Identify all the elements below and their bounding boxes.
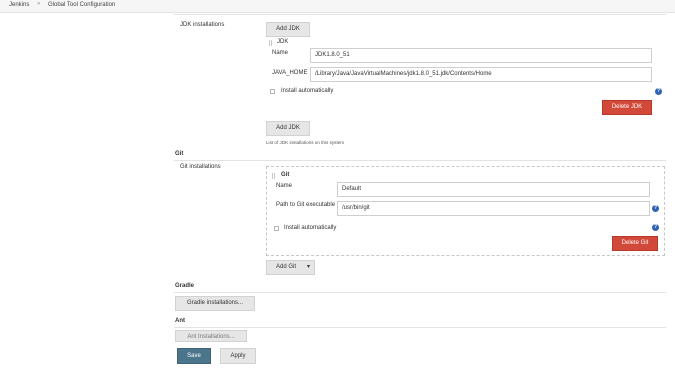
ant-section-title: Ant: [175, 318, 185, 324]
git-name-input[interactable]: Default: [337, 182, 650, 197]
gradle-section-title: Gradle: [175, 283, 195, 289]
add-git-label: Add Git: [276, 264, 297, 270]
git-item-title: Git: [281, 172, 290, 178]
jdk-install-automatically-checkbox[interactable]: [270, 89, 275, 94]
drag-handle-icon[interactable]: [269, 40, 272, 46]
git-path-label: Path to Git executable: [276, 202, 336, 208]
delete-git-button[interactable]: Delete Git: [612, 236, 658, 251]
drag-handle-icon[interactable]: [272, 173, 275, 179]
breadcrumb-global-tool-configuration[interactable]: Global Tool Configuration: [48, 2, 115, 8]
git-path-help-icon[interactable]: ?: [652, 205, 659, 212]
jdk-name-label: Name: [272, 50, 289, 56]
save-button[interactable]: Save: [177, 348, 211, 364]
breadcrumb-separator-icon: »: [37, 1, 41, 7]
git-install-automatically-checkbox[interactable]: [274, 226, 279, 231]
breadcrumb: Jenkins » Global Tool Configuration: [0, 0, 675, 13]
java-home-label: JAVA_HOME: [272, 70, 308, 76]
dropdown-arrow-icon: ▾: [307, 264, 311, 270]
git-path-input[interactable]: /usr/bin/git: [337, 201, 650, 216]
git-section-title: Git: [175, 151, 184, 157]
divider: [174, 292, 666, 293]
divider: [174, 327, 666, 328]
jdk-install-automatically-label: Install automatically: [281, 88, 334, 94]
java-home-input[interactable]: /Library/Java/JavaVirtualMachines/jdk1.8…: [310, 67, 652, 82]
git-installations-label: Git installations: [180, 164, 221, 170]
add-git-button[interactable]: Add Git ▾: [266, 260, 315, 275]
jdk-list-description: List of JDK installations on this system: [266, 140, 345, 145]
jdk-install-help-icon[interactable]: ?: [655, 88, 662, 95]
git-name-label: Name: [276, 183, 293, 189]
breadcrumb-jenkins-link[interactable]: Jenkins: [9, 2, 29, 8]
apply-button[interactable]: Apply: [220, 348, 256, 364]
jdk-installations-label: JDK installations: [180, 22, 225, 28]
jdk-name-input[interactable]: JDK1.8.0_51: [310, 48, 652, 63]
delete-jdk-button[interactable]: Delete JDK: [602, 100, 652, 115]
divider: [174, 14, 666, 15]
gradle-installations-button[interactable]: Gradle installations...: [175, 296, 255, 311]
add-jdk-button-top[interactable]: Add JDK: [266, 22, 310, 37]
ant-installations-button[interactable]: Ant Installations...: [175, 330, 247, 342]
git-install-help-icon[interactable]: ?: [652, 224, 659, 231]
git-install-automatically-label: Install automatically: [284, 225, 337, 231]
divider: [174, 160, 666, 161]
jdk-item-title: JDK: [277, 39, 289, 45]
add-jdk-button[interactable]: Add JDK: [266, 121, 310, 136]
